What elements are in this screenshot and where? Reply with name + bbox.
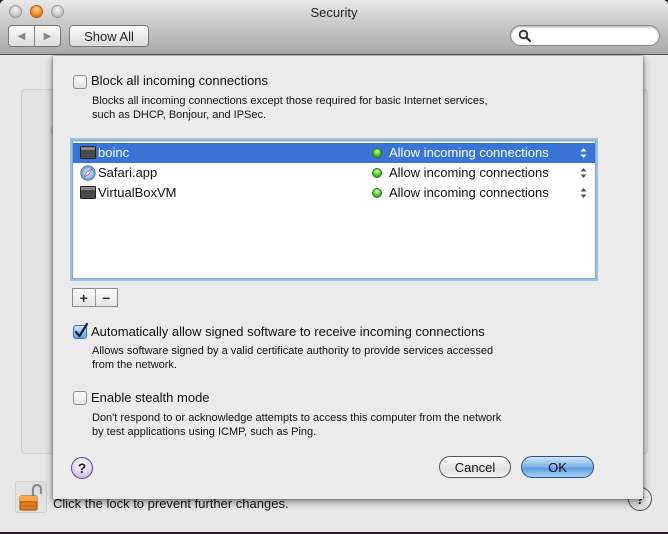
connection-policy-popup[interactable]: Allow incoming connections <box>389 185 549 200</box>
forward-arrow-icon: ▶ <box>43 30 52 42</box>
block-all-checkbox[interactable] <box>73 75 87 89</box>
title-bar: Security ◀ ▶ Show All <box>0 0 668 55</box>
signed-software-checkbox[interactable] <box>73 322 89 339</box>
executable-icon <box>80 146 96 159</box>
search-field[interactable] <box>510 25 660 46</box>
unlocked-padlock-icon <box>19 483 43 511</box>
app-row-boinc[interactable]: boinc Allow incoming connections <box>73 143 595 163</box>
add-application-button[interactable]: + <box>73 289 96 306</box>
executable-icon <box>80 186 96 199</box>
app-name: boinc <box>98 145 130 160</box>
allow-status-icon <box>372 148 382 158</box>
security-preferences-window: Security ◀ ▶ Show All General FileVault … <box>0 0 668 532</box>
allow-status-icon <box>372 168 382 178</box>
back-arrow-icon: ◀ <box>17 30 26 42</box>
connection-policy-popup[interactable]: Allow incoming connections <box>389 165 549 180</box>
ok-button[interactable]: OK <box>521 456 594 478</box>
app-row-virtualboxvm[interactable]: VirtualBoxVM Allow incoming connections <box>73 183 595 203</box>
allow-status-icon <box>372 188 382 198</box>
lock-button[interactable] <box>15 481 47 513</box>
block-all-description-line2: such as DHCP, Bonjour, and IPSec. <box>92 109 267 121</box>
popup-arrows-icon[interactable] <box>580 167 587 179</box>
window-title: Security <box>310 5 358 20</box>
stealth-mode-description-line2: by test applications using ICMP, such as… <box>92 426 317 438</box>
back-forward-control: ◀ ▶ <box>8 25 61 47</box>
signed-software-description-line2: from the network. <box>92 359 177 371</box>
application-list[interactable]: boinc Allow incoming connections Safari.… <box>72 140 596 279</box>
forward-button[interactable]: ▶ <box>35 26 60 46</box>
show-all-button[interactable]: Show All <box>69 25 149 47</box>
block-all-label[interactable]: Block all incoming connections <box>91 73 268 88</box>
stealth-mode-checkbox[interactable] <box>73 391 87 405</box>
checkmark-icon <box>74 322 89 338</box>
stealth-mode-description-line1: Don't respond to or acknowledge attempts… <box>92 412 502 424</box>
app-name: VirtualBoxVM <box>98 185 177 200</box>
app-row-safari[interactable]: Safari.app Allow incoming connections <box>73 163 595 183</box>
connection-policy-popup[interactable]: Allow incoming connections <box>389 145 549 160</box>
safari-icon <box>80 165 96 181</box>
add-remove-control: + − <box>72 288 118 307</box>
back-button[interactable]: ◀ <box>9 26 35 46</box>
sheet-help-button[interactable]: ? <box>71 457 93 479</box>
search-icon <box>518 29 532 43</box>
stealth-mode-label[interactable]: Enable stealth mode <box>91 390 210 405</box>
app-name: Safari.app <box>98 165 158 180</box>
block-all-description-line1: Blocks all incoming connections except t… <box>92 95 488 107</box>
firewall-options-sheet: Block all incoming connections Blocks al… <box>53 56 643 499</box>
cancel-button[interactable]: Cancel <box>439 456 511 478</box>
popup-arrows-icon[interactable] <box>580 147 587 159</box>
signed-software-description-line1: Allows software signed by a valid certif… <box>92 345 494 357</box>
remove-application-button[interactable]: − <box>96 289 118 306</box>
signed-software-label[interactable]: Automatically allow signed software to r… <box>91 324 485 339</box>
popup-arrows-icon[interactable] <box>580 187 587 199</box>
